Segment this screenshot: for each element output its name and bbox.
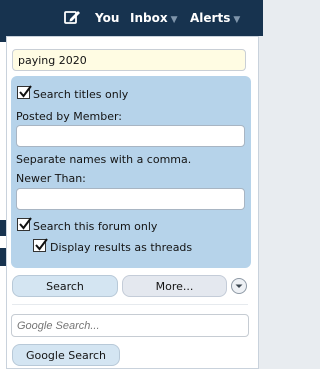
newer-than-label: Newer Than: (16, 172, 86, 185)
checkmark-icon (19, 217, 32, 230)
more-options-button[interactable]: More... (122, 275, 227, 297)
chevron-down-icon: ▼ (170, 15, 178, 25)
titles-only-label: Search titles only (33, 88, 129, 101)
display-threads-label: Display results as threads (50, 241, 193, 254)
nav-inbox[interactable]: Inbox ▼ (130, 11, 178, 25)
this-forum-label: Search this forum only (33, 220, 158, 233)
separate-names-hint: Separate names with a comma. (16, 153, 192, 166)
checkmark-icon (35, 238, 48, 251)
posted-by-label: Posted by Member: (16, 110, 123, 123)
nav-inbox-label: Inbox (130, 11, 168, 25)
search-button[interactable]: Search (12, 275, 118, 297)
posted-by-field[interactable] (16, 125, 245, 147)
chevron-down-icon (235, 284, 243, 288)
options-dropdown-button[interactable] (231, 278, 247, 294)
search-input[interactable] (12, 49, 246, 71)
google-search-button[interactable]: Google Search (12, 344, 120, 366)
checkmark-icon (19, 85, 32, 98)
divider (12, 304, 248, 305)
newer-than-field[interactable] (16, 188, 245, 210)
nav-you[interactable]: You (95, 11, 119, 25)
nav-alerts-label: Alerts (190, 11, 231, 25)
this-forum-checkbox[interactable] (17, 217, 32, 231)
chevron-down-icon: ▼ (233, 15, 241, 25)
compose-icon[interactable] (63, 8, 81, 26)
display-threads-checkbox[interactable] (33, 238, 48, 252)
top-navigation-bar: You Inbox ▼ Alerts ▼ (0, 0, 263, 36)
titles-only-checkbox[interactable] (17, 85, 32, 99)
nav-alerts[interactable]: Alerts ▼ (190, 11, 240, 25)
google-search-input[interactable] (11, 314, 249, 337)
